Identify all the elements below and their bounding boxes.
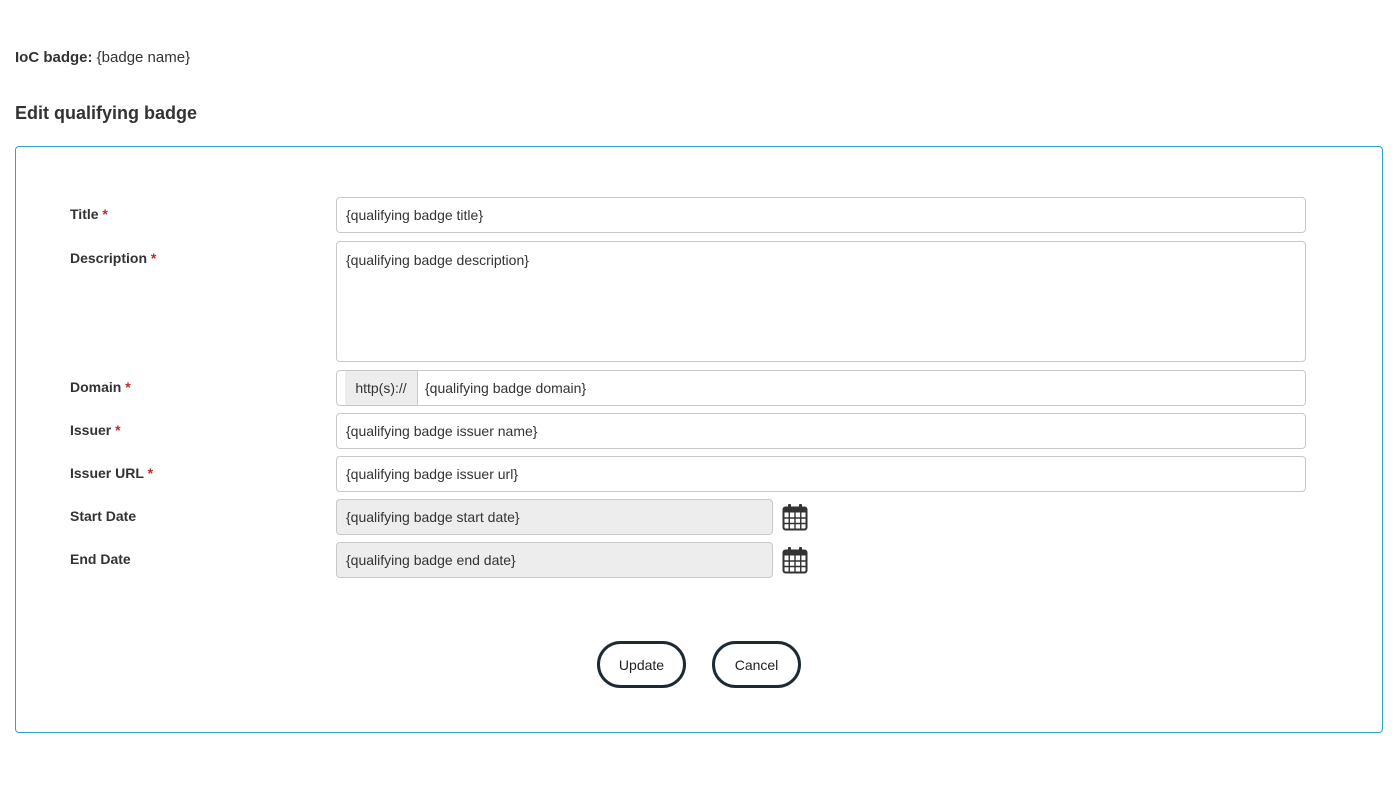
- title-input[interactable]: [336, 197, 1306, 233]
- form-actions: Update Cancel: [16, 641, 1382, 689]
- issuer-input[interactable]: [336, 413, 1306, 449]
- start-date-label: Start Date: [70, 508, 137, 524]
- title-row: Title *: [16, 197, 1382, 233]
- title-label-text: Title: [70, 206, 99, 222]
- end-date-row: End Date: [16, 542, 1382, 578]
- issuer-label: Issuer *: [70, 421, 121, 439]
- calendar-icon[interactable]: [782, 503, 808, 531]
- cancel-button[interactable]: Cancel: [712, 641, 801, 688]
- domain-label: Domain *: [70, 378, 131, 396]
- issuer-label-text: Issuer: [70, 422, 112, 438]
- description-label-text: Description: [70, 250, 148, 266]
- description-textarea[interactable]: {qualifying badge description}: [336, 241, 1306, 362]
- description-label: Description *: [70, 249, 156, 267]
- start-date-input[interactable]: [336, 499, 773, 535]
- end-date-label: End Date: [70, 551, 131, 567]
- domain-label-text: Domain: [70, 379, 122, 395]
- end-date-input[interactable]: [336, 542, 773, 578]
- page-title: Edit qualifying badge: [15, 103, 198, 123]
- required-marker: *: [150, 250, 157, 266]
- start-date-row: Start Date: [16, 499, 1382, 535]
- required-marker: *: [125, 379, 131, 395]
- domain-prefix: http(s)://: [345, 371, 418, 405]
- issuer-url-label: Issuer URL *: [70, 464, 153, 482]
- required-marker: *: [147, 465, 154, 481]
- domain-row: Domain * http(s)://: [16, 370, 1382, 406]
- ioc-badge-line: IoC badge: {badge name}: [15, 48, 190, 68]
- issuer-row: Issuer *: [16, 413, 1382, 449]
- domain-input-group: http(s)://: [336, 370, 1306, 406]
- ioc-badge-name: {badge name}: [96, 49, 191, 66]
- ioc-badge-label: IoC badge:: [15, 49, 93, 66]
- domain-input[interactable]: [418, 371, 1305, 405]
- issuer-url-row: Issuer URL *: [16, 456, 1382, 492]
- required-marker: *: [115, 422, 121, 438]
- issuer-url-input[interactable]: [336, 456, 1306, 492]
- required-marker: *: [102, 206, 108, 222]
- calendar-icon[interactable]: [782, 546, 808, 574]
- edit-badge-form: Title * Description * {qualifying badge …: [15, 146, 1383, 733]
- title-label: Title *: [70, 205, 108, 223]
- update-button[interactable]: Update: [597, 641, 686, 688]
- description-row: Description * {qualifying badge descript…: [16, 241, 1382, 362]
- issuer-url-label-text: Issuer URL: [70, 465, 144, 481]
